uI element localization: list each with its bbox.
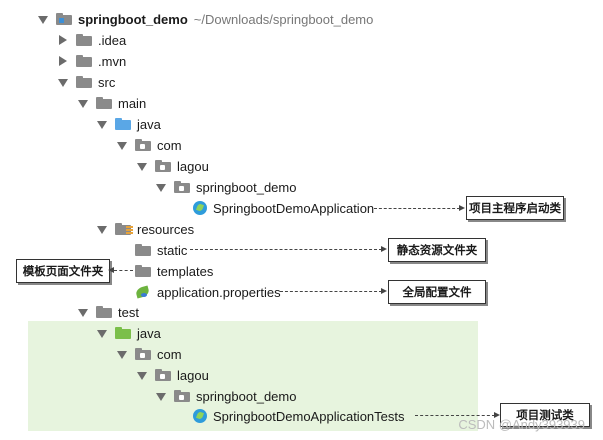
package-icon [174,390,190,402]
tree-row-test-app[interactable]: SpringbootDemoApplicationTests [193,406,405,426]
expanded-arrow-icon[interactable] [117,140,127,150]
test-lagou-label: lagou [177,367,209,383]
tree-row-main-java[interactable]: java [97,114,161,134]
spring-boot-test-class-icon [193,409,207,423]
properties-label: application.properties [157,284,281,300]
tree-row-resources[interactable]: resources [97,219,194,239]
static-label: static [157,242,188,258]
arrow-line [374,208,460,209]
arrowhead-right-icon [381,246,387,252]
expanded-arrow-icon[interactable] [38,14,48,24]
source-folder-icon [115,118,131,130]
expanded-arrow-icon[interactable] [156,182,166,192]
callout-static-dir: 静态资源文件夹 [388,238,486,262]
main-pkg-label: springboot_demo [196,179,297,195]
templates-label: templates [157,263,214,279]
package-icon [135,139,151,151]
main-lagou-label: lagou [177,158,209,174]
watermark: CSDN @Andy393939 [458,417,585,432]
expanded-arrow-icon[interactable] [156,391,166,401]
expanded-arrow-icon[interactable] [137,161,147,171]
arrow-line [114,270,133,271]
main-label: main [118,95,147,111]
resources-folder-icon [115,223,133,235]
tree-row-test-pkg[interactable]: springboot_demo [156,386,296,406]
expanded-arrow-icon[interactable] [117,349,127,359]
expanded-arrow-icon[interactable] [137,370,147,380]
collapsed-arrow-icon[interactable] [58,35,68,45]
tree-row-root[interactable]: springboot_demo ~/Downloads/springboot_d… [38,9,373,29]
expanded-arrow-icon[interactable] [78,98,88,108]
tree-row-main-pkg[interactable]: springboot_demo [156,177,296,197]
expanded-arrow-icon[interactable] [97,119,107,129]
tree-row-main-com[interactable]: com [117,135,182,155]
tree-row-test-java[interactable]: java [97,323,161,343]
module-folder-icon [56,13,72,25]
src-label: src [98,74,116,90]
arrowhead-right-icon [459,205,465,211]
test-pkg-label: springboot_demo [196,388,297,404]
arrow-line [415,415,495,416]
tree-row-properties[interactable]: application.properties [135,282,281,302]
collapsed-arrow-icon[interactable] [58,56,68,66]
expanded-arrow-icon[interactable] [97,328,107,338]
tree-row-test-com[interactable]: com [117,344,182,364]
tree-row-idea[interactable]: .idea [58,30,126,50]
main-com-label: com [157,137,182,153]
test-label: test [118,304,139,320]
package-icon [155,369,171,381]
folder-icon [76,55,92,67]
root-path: ~/Downloads/springboot_demo [193,11,374,27]
folder-icon [96,306,112,318]
callout-config-file: 全局配置文件 [388,280,486,304]
callout-templates-dir: 模板页面文件夹 [16,259,110,283]
tree-row-static[interactable]: static [135,240,187,260]
folder-icon [96,97,112,109]
arrowhead-right-icon [381,288,387,294]
arrow-line [280,291,382,292]
tree-row-main-lagou[interactable]: lagou [137,156,209,176]
test-java-label: java [137,325,161,341]
spring-boot-class-icon [193,201,207,215]
package-icon [135,348,151,360]
mvn-label: .mvn [98,53,127,69]
main-app-label: SpringbootDemoApplication [213,200,375,216]
resources-label: resources [137,221,195,237]
test-source-folder-icon [115,327,131,339]
callout-main-class: 项目主程序启动类 [466,196,564,220]
expanded-arrow-icon[interactable] [78,307,88,317]
tree-row-templates[interactable]: templates [135,261,213,281]
main-java-label: java [137,116,161,132]
tree-row-main-app[interactable]: SpringbootDemoApplication [193,198,374,218]
tree-row-src[interactable]: src [58,72,115,92]
idea-label: .idea [98,32,127,48]
spring-properties-icon [135,285,151,299]
tree-row-mvn[interactable]: .mvn [58,51,126,71]
expanded-arrow-icon[interactable] [97,224,107,234]
package-icon [174,181,190,193]
folder-icon [76,76,92,88]
tree-row-test-lagou[interactable]: lagou [137,365,209,385]
root-name: springboot_demo [78,11,188,27]
folder-icon [76,34,92,46]
test-com-label: com [157,346,182,362]
folder-icon [135,244,151,256]
folder-icon [135,265,151,277]
arrow-line [190,249,382,250]
tree-row-main[interactable]: main [78,93,146,113]
expanded-arrow-icon[interactable] [58,77,68,87]
tree-row-test[interactable]: test [78,302,139,322]
test-app-label: SpringbootDemoApplicationTests [213,408,405,424]
package-icon [155,160,171,172]
